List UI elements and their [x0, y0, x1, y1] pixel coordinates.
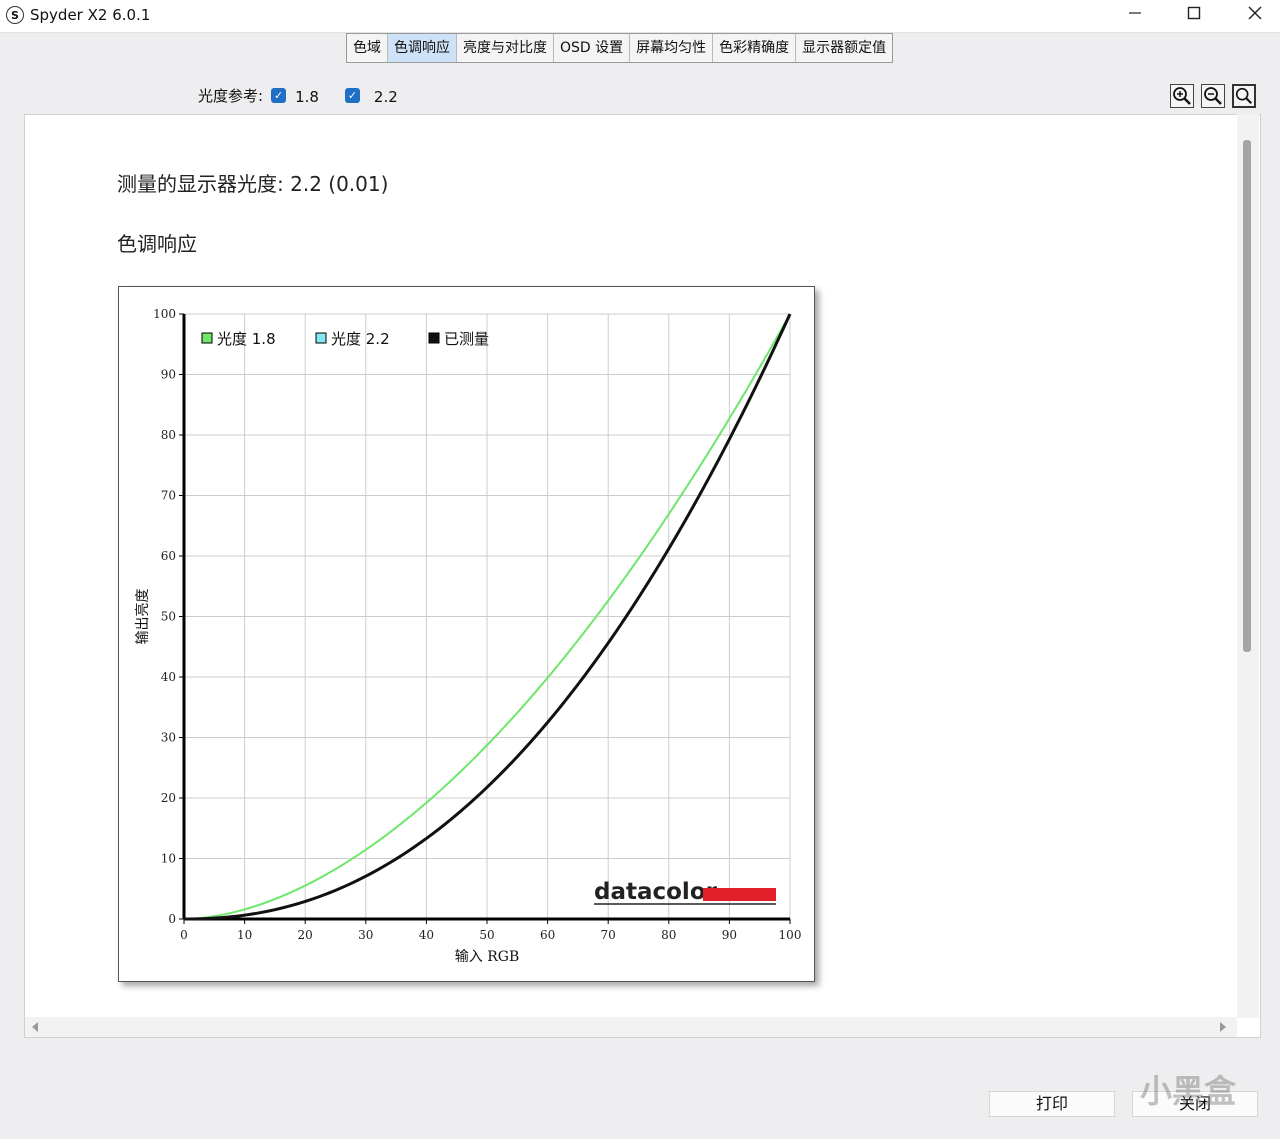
y-tick-label: 40 — [161, 670, 176, 684]
minimize-icon — [1129, 12, 1141, 14]
tab-2[interactable]: 亮度与对比度 — [457, 34, 554, 62]
x-tick-label: 0 — [180, 928, 188, 942]
x-tick-label: 30 — [358, 928, 373, 942]
gamma-reference-label: 光度参考: — [198, 86, 264, 105]
print-button[interactable]: 打印 — [989, 1091, 1115, 1117]
y-tick-label: 80 — [161, 428, 176, 442]
zoom-reset-button[interactable] — [1232, 84, 1256, 108]
title-bar: S Spyder X2 6.0.1 — [0, 0, 1280, 33]
window-title: Spyder X2 6.0.1 — [30, 6, 151, 24]
y-tick-label: 30 — [161, 731, 176, 745]
close-icon — [1248, 6, 1262, 20]
gamma-22-checkbox[interactable]: ✓ — [344, 87, 360, 103]
legend-swatch-1 — [315, 332, 327, 344]
y-tick-label: 0 — [168, 912, 176, 926]
zoom-in-button[interactable] — [1170, 84, 1194, 108]
y-tick-label: 90 — [161, 368, 176, 382]
scroll-left-icon[interactable] — [31, 1022, 39, 1032]
zoom-out-button[interactable] — [1201, 84, 1225, 108]
app-icon: S — [6, 6, 24, 24]
maximize-icon — [1187, 6, 1201, 20]
y-tick-label: 60 — [161, 549, 176, 563]
legend-label-0: 光度 1.8 — [217, 330, 276, 348]
vertical-scroll-thumb[interactable] — [1243, 140, 1251, 652]
datacolor-logo-bar — [703, 888, 776, 901]
gamma-reference-row: 光度参考: ✓ 1.8 ✓ 2.2 — [198, 84, 398, 107]
tab-bar: 色域 色调响应 亮度与对比度 OSD 设置 屏幕均匀性 色彩精确度 显示器额定值 — [346, 33, 894, 63]
x-tick-label: 60 — [540, 928, 555, 942]
legend-swatch-2 — [428, 332, 440, 344]
zoom-out-icon — [1204, 87, 1222, 105]
measured-gamma-value: 2.2 (0.01) — [290, 172, 389, 196]
x-tick-label: 80 — [661, 928, 676, 942]
measured-gamma-text: 测量的显示器光度: 2.2 (0.01) — [117, 168, 388, 197]
y-tick-label: 100 — [153, 307, 176, 321]
datacolor-logo-text: datacolor — [594, 879, 718, 905]
chart-svg: 0 10 20 30 40 50 60 70 80 90 100 0 10 20 30 40 50 60 70 80 9… — [134, 307, 802, 965]
x-tick-label: 20 — [298, 928, 313, 942]
legend-label-2: 已测量 — [444, 330, 489, 348]
y-axis-label: 输出亮度 — [134, 589, 151, 645]
y-tick-label: 10 — [161, 852, 176, 866]
tab-6[interactable]: 显示器额定值 — [796, 34, 892, 62]
close-window-button[interactable] — [1232, 2, 1278, 30]
tab-0[interactable]: 色域 — [347, 34, 388, 62]
tone-response-chart: 0 10 20 30 40 50 60 70 80 90 100 0 10 20 30 40 50 60 70 80 9… — [118, 286, 815, 982]
x-tick-label: 100 — [779, 928, 802, 942]
x-axis-label: 输入 RGB — [455, 949, 519, 965]
legend-swatch-0 — [201, 332, 213, 344]
zoom-in-icon — [1173, 87, 1191, 105]
tab-5[interactable]: 色彩精确度 — [713, 34, 797, 62]
gamma-18-label: 1.8 — [295, 88, 319, 106]
x-tick-label: 10 — [237, 928, 252, 942]
x-tick-label: 50 — [479, 928, 494, 942]
x-tick-label: 90 — [722, 928, 737, 942]
section-title: 色调响应 — [117, 232, 197, 256]
gamma-18-checkbox[interactable]: ✓ — [271, 87, 287, 103]
y-tick-label: 50 — [161, 610, 176, 624]
watermark: 小黑盒 — [1140, 1072, 1237, 1110]
y-tick-label: 20 — [161, 791, 176, 805]
x-tick-label: 40 — [419, 928, 434, 942]
tab-3[interactable]: OSD 设置 — [554, 34, 631, 62]
y-tick-label: 70 — [161, 489, 176, 503]
legend-label-1: 光度 2.2 — [331, 330, 390, 348]
scroll-right-icon[interactable] — [1219, 1022, 1227, 1032]
tab-4[interactable]: 屏幕均匀性 — [630, 34, 714, 62]
maximize-button[interactable] — [1171, 2, 1217, 30]
magnifier-icon — [1235, 87, 1253, 105]
measured-gamma-label: 测量的显示器光度: — [117, 172, 284, 196]
gamma-22-label: 2.2 — [373, 88, 398, 106]
minimize-button[interactable] — [1112, 2, 1158, 30]
tab-1[interactable]: 色调响应 — [388, 34, 457, 62]
x-tick-label: 70 — [601, 928, 616, 942]
horizontal-scrollbar[interactable] — [25, 1017, 1237, 1037]
